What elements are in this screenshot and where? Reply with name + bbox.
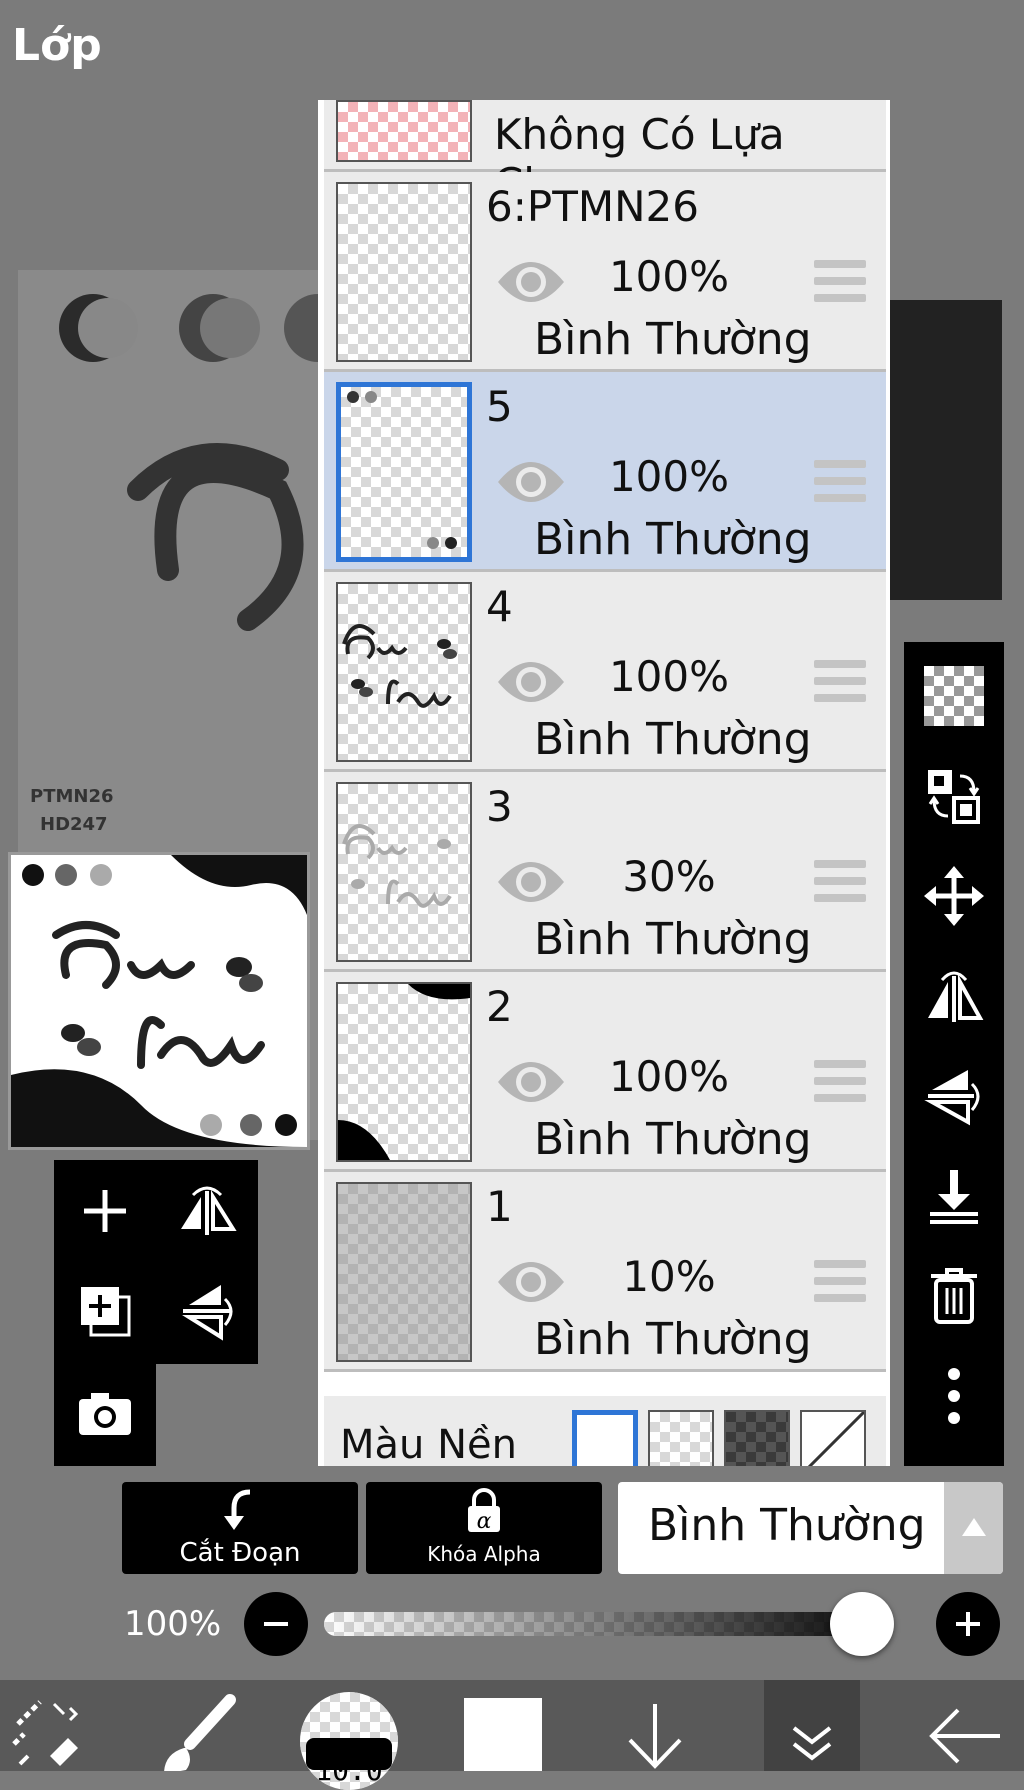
layer-opacity: 10% xyxy=(622,1252,716,1301)
layer-name: 5 xyxy=(486,382,513,431)
selection-thumb xyxy=(336,100,472,162)
layer-name: 3 xyxy=(486,782,513,831)
camera-icon[interactable] xyxy=(54,1368,156,1460)
layer-opacity: 100% xyxy=(608,252,730,301)
layer-opacity: 100% xyxy=(608,1052,730,1101)
layer-blend-mode: Bình Thường xyxy=(534,914,812,965)
clip-label: Cắt Đoạn xyxy=(179,1538,301,1568)
merge-down-icon[interactable] xyxy=(904,1146,1004,1246)
flip-horizontal-icon[interactable] xyxy=(156,1165,258,1257)
opacity-slider-knob[interactable] xyxy=(830,1592,894,1656)
drag-handle-icon[interactable] xyxy=(814,660,866,704)
background-row: Màu Nền xyxy=(324,1396,886,1466)
clip-button[interactable]: Cắt Đoạn xyxy=(122,1482,358,1574)
layer-row[interactable]: 4 100% Bình Thường xyxy=(324,572,886,772)
color-swatch[interactable] xyxy=(464,1698,542,1771)
layer-blend-mode: Bình Thường xyxy=(534,1114,812,1165)
triangle-up-icon xyxy=(962,1518,986,1536)
drag-handle-icon[interactable] xyxy=(814,1060,866,1104)
alpha-lock-label: Khóa Alpha xyxy=(427,1542,541,1566)
layer-blend-mode: Bình Thường xyxy=(534,714,812,765)
layer-blend-mode: Bình Thường xyxy=(534,1314,812,1365)
layer-name: 4 xyxy=(486,582,513,631)
page-title: Lớp xyxy=(12,20,102,71)
more-icon[interactable] xyxy=(904,1346,1004,1446)
layer-thumbnail xyxy=(336,182,472,362)
opacity-increase-button[interactable] xyxy=(936,1592,1000,1656)
swap-layer-icon[interactable] xyxy=(904,746,1004,846)
alpha-lock-icon: α xyxy=(468,1488,500,1534)
trash-icon[interactable] xyxy=(904,1246,1004,1346)
drag-handle-icon[interactable] xyxy=(814,260,866,304)
layer-blend-mode: Bình Thường xyxy=(534,514,812,565)
background-option-white[interactable] xyxy=(572,1410,638,1466)
canvas-watermark-1: PTMN26 xyxy=(30,786,114,807)
svg-text:α: α xyxy=(477,1509,492,1534)
background-label: Màu Nền xyxy=(340,1422,517,1466)
down-arrow-icon[interactable] xyxy=(620,1700,690,1771)
drag-handle-icon[interactable] xyxy=(814,460,866,504)
layer-name: 2 xyxy=(486,982,513,1031)
layer-blend-mode: Bình Thường xyxy=(534,314,812,365)
blend-mode-select[interactable]: Bình Thường xyxy=(618,1482,1003,1574)
layer-row[interactable]: 5 100% Bình Thường xyxy=(324,372,886,572)
opacity-decrease-button[interactable] xyxy=(244,1592,308,1656)
brush-size-button[interactable]: 10.0 xyxy=(300,1692,398,1790)
layer-row[interactable]: 2 100% Bình Thường xyxy=(324,972,886,1172)
layer-row[interactable]: 6:PTMN26 100% Bình Thường xyxy=(324,172,886,372)
eye-icon[interactable] xyxy=(496,852,566,912)
clip-arrow-icon xyxy=(224,1489,251,1530)
minus-icon xyxy=(264,1622,288,1626)
transparent-fill-icon[interactable] xyxy=(904,646,1004,746)
flip-vertical-icon[interactable] xyxy=(156,1265,258,1357)
drag-handle-icon[interactable] xyxy=(814,860,866,904)
layer-opacity: 100% xyxy=(608,452,730,501)
eye-icon[interactable] xyxy=(496,652,566,712)
layer-row[interactable]: 1 10% Bình Thường xyxy=(324,1172,886,1372)
opacity-slider[interactable] xyxy=(324,1612,894,1636)
selection-row[interactable]: Không Có Lựa Chọn xyxy=(324,100,886,208)
eye-icon[interactable] xyxy=(496,252,566,312)
eye-icon[interactable] xyxy=(496,452,566,512)
layer-name: 6:PTMN26 xyxy=(486,182,699,231)
layer-name: 1 xyxy=(486,1182,513,1231)
back-arrow-icon[interactable] xyxy=(924,1700,1004,1771)
add-layer-icon[interactable] xyxy=(54,1165,156,1257)
collapse-panel-button[interactable] xyxy=(764,1680,860,1771)
layer-thumbnail xyxy=(336,382,472,562)
background-option-none[interactable] xyxy=(800,1410,866,1466)
layer-thumbnail xyxy=(336,582,472,762)
plus-icon xyxy=(956,1612,980,1636)
background-option-dark[interactable] xyxy=(724,1410,790,1466)
layer-thumbnail xyxy=(336,782,472,962)
double-chevron-down-icon xyxy=(792,1726,832,1761)
opacity-label: 100% xyxy=(124,1604,222,1644)
move-icon[interactable] xyxy=(904,846,1004,946)
eye-icon[interactable] xyxy=(496,1252,566,1312)
canvas-thumbnail[interactable] xyxy=(8,852,310,1150)
selection-tool-icon[interactable] xyxy=(10,1694,90,1771)
blend-mode-dropdown[interactable] xyxy=(944,1482,1003,1574)
alpha-lock-button[interactable]: α Khóa Alpha xyxy=(366,1482,602,1574)
layer-opacity: 100% xyxy=(608,652,730,701)
layer-opacity: 30% xyxy=(622,852,716,901)
canvas-background-right xyxy=(886,300,1002,600)
drag-handle-icon[interactable] xyxy=(814,1260,866,1304)
layer-thumbnail xyxy=(336,1182,472,1362)
eye-icon[interactable] xyxy=(496,1052,566,1112)
flip-vertical-icon[interactable] xyxy=(904,1046,1004,1146)
layer-row[interactable]: 3 30% Bình Thường xyxy=(324,772,886,972)
background-option-checker[interactable] xyxy=(648,1410,714,1466)
add-copy-layer-icon[interactable] xyxy=(54,1265,156,1357)
canvas-watermark-2: HD247 xyxy=(40,814,108,835)
flip-horizontal-icon[interactable] xyxy=(904,946,1004,1046)
blend-mode-value: Bình Thường xyxy=(648,1500,926,1551)
brush-icon[interactable] xyxy=(150,1694,240,1774)
layer-thumbnail xyxy=(336,982,472,1162)
